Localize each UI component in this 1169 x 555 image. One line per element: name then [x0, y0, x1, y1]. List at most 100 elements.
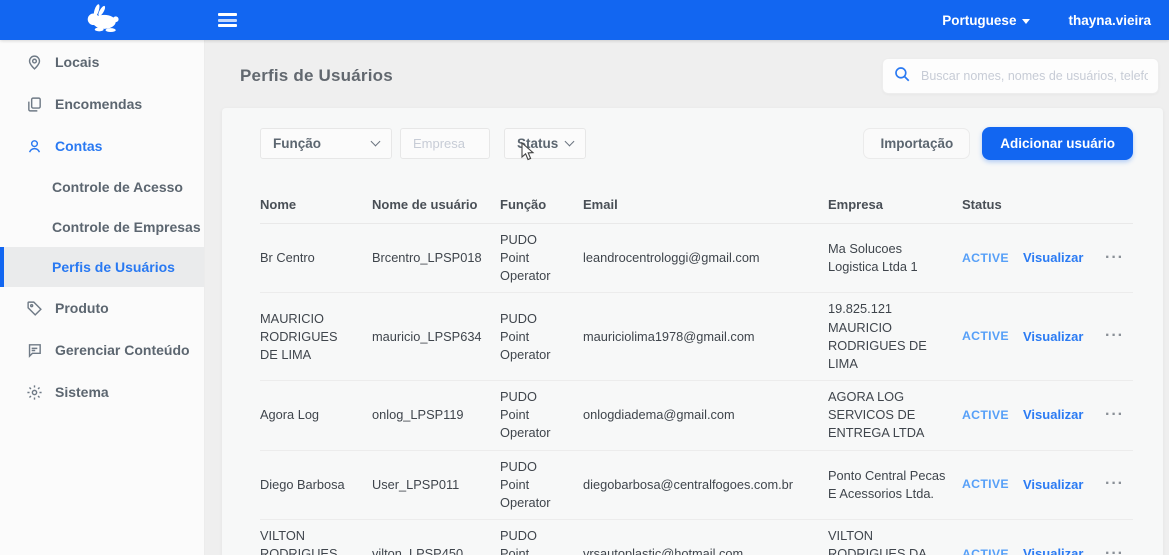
sidebar-item-contas[interactable]: Contas: [0, 125, 204, 167]
cell-nome: VILTON RODRIGUES DA SILVA: [260, 527, 372, 555]
sidebar-item-label: Sistema: [55, 384, 109, 400]
sidebar-item-label: Controle de Acesso: [52, 179, 183, 195]
rabbit-logo-icon: [82, 4, 124, 37]
row-actions-menu-icon[interactable]: [1105, 476, 1124, 491]
cell-usuario: User_LPSP011: [372, 476, 500, 494]
sidebar-item-perfis-de-usuarios[interactable]: Perfis de Usuários: [0, 247, 204, 287]
table-row: MAURICIO RODRIGUES DE LIMA mauricio_LPSP…: [260, 293, 1133, 381]
menu-toggle-icon[interactable]: [218, 11, 237, 30]
sidebar-item-encomendas[interactable]: Encomendas: [0, 83, 204, 125]
search-icon: [893, 65, 911, 88]
cell-funcao: PUDO Point Operator: [500, 388, 583, 442]
row-actions-menu-icon[interactable]: [1105, 546, 1124, 555]
sidebar-item-gerenciar-conteudo[interactable]: Gerenciar Conteúdo: [0, 329, 204, 371]
cell-usuario: vilton_LPSP450: [372, 545, 500, 555]
empresa-filter[interactable]: [400, 128, 490, 159]
caret-down-icon: [1022, 19, 1030, 24]
column-header-funcao: Função: [500, 197, 583, 212]
cell-nome: Agora Log: [260, 406, 372, 424]
row-actions-menu-icon[interactable]: [1105, 328, 1124, 343]
chat-icon: [25, 341, 43, 359]
table-row: Agora Log onlog_LPSP119 PUDO Point Opera…: [260, 381, 1133, 450]
cell-funcao: PUDO Point Operator: [500, 458, 583, 512]
chevron-down-icon: [565, 137, 575, 147]
visualizar-link[interactable]: Visualizar: [1023, 249, 1105, 267]
cell-empresa: Ponto Central Pecas E Acessorios Ltda.: [828, 467, 962, 503]
sidebar-item-sistema[interactable]: Sistema: [0, 371, 204, 413]
sidebar-item-label: Gerenciar Conteúdo: [55, 342, 190, 358]
username[interactable]: thayna.vieira: [1068, 13, 1151, 28]
status-dropdown-label: Status: [517, 136, 558, 151]
column-header-email: Email: [583, 197, 828, 212]
users-table: Nome Nome de usuário Função Email Empres…: [260, 197, 1133, 555]
topbar: Portuguese thayna.vieira: [0, 0, 1169, 40]
cell-email: diegobarbosa@centralfogoes.com.br: [583, 476, 828, 494]
table-row: Br Centro Brcentro_LPSP018 PUDO Point Op…: [260, 224, 1133, 293]
language-label: Portuguese: [942, 13, 1016, 28]
users-card: Função Status Importação Adicionar usuár…: [222, 108, 1163, 555]
empresa-input[interactable]: [413, 136, 477, 151]
cell-usuario: onlog_LPSP119: [372, 406, 500, 424]
cell-empresa: 19.825.121 MAURICIO RODRIGUES DE LIMA: [828, 300, 962, 373]
location-pin-icon: [25, 53, 43, 71]
cell-nome: MAURICIO RODRIGUES DE LIMA: [260, 310, 372, 364]
search-input[interactable]: [921, 69, 1148, 83]
sidebar-item-controle-de-acesso[interactable]: Controle de Acesso: [0, 167, 204, 207]
sidebar-item-label: Perfis de Usuários: [52, 259, 175, 275]
sidebar-item-label: Locais: [55, 54, 99, 70]
sidebar: Locais Encomendas Contas Controle de Ace…: [0, 40, 205, 555]
column-header-usuario: Nome de usuário: [372, 197, 500, 212]
import-button[interactable]: Importação: [863, 128, 970, 159]
cell-nome: Br Centro: [260, 249, 372, 267]
tag-icon: [25, 299, 43, 317]
status-badge[interactable]: ACTIVE: [962, 407, 1023, 424]
visualizar-link[interactable]: Visualizar: [1023, 476, 1105, 494]
language-dropdown[interactable]: Portuguese: [942, 13, 1030, 28]
cell-nome: Diego Barbosa: [260, 476, 372, 494]
visualizar-link[interactable]: Visualizar: [1023, 545, 1105, 555]
sidebar-item-label: Produto: [55, 300, 109, 316]
cell-usuario: mauricio_LPSP634: [372, 328, 500, 346]
status-badge[interactable]: ACTIVE: [962, 328, 1023, 345]
cell-email: leandrocentrologgi@gmail.com: [583, 249, 828, 267]
sidebar-item-locais[interactable]: Locais: [0, 41, 204, 83]
status-badge[interactable]: ACTIVE: [962, 546, 1023, 555]
filters-row: Função Status Importação Adicionar usuár…: [260, 127, 1133, 160]
search-box[interactable]: [882, 58, 1159, 94]
cell-empresa: AGORA LOG SERVICOS DE ENTREGA LTDA: [828, 388, 962, 442]
column-header-empresa: Empresa: [828, 197, 962, 212]
row-actions-menu-icon[interactable]: [1105, 407, 1124, 422]
page-title: Perfis de Usuários: [240, 66, 393, 86]
funcao-dropdown-label: Função: [273, 136, 321, 151]
cell-funcao: PUDO Point Operator: [500, 527, 583, 555]
visualizar-link[interactable]: Visualizar: [1023, 406, 1105, 424]
gear-icon: [25, 383, 43, 401]
table-row: Diego Barbosa User_LPSP011 PUDO Point Op…: [260, 451, 1133, 520]
logo-zone: [0, 4, 205, 37]
documents-icon: [25, 95, 43, 113]
table-row: VILTON RODRIGUES DA SILVA vilton_LPSP450…: [260, 520, 1133, 555]
funcao-dropdown[interactable]: Função: [260, 128, 392, 159]
cell-email: mauriciolima1978@gmail.com: [583, 328, 828, 346]
cell-email: onlogdiadema@gmail.com: [583, 406, 828, 424]
visualizar-link[interactable]: Visualizar: [1023, 328, 1105, 346]
person-icon: [25, 137, 43, 155]
row-actions-menu-icon[interactable]: [1105, 250, 1124, 265]
cell-funcao: PUDO Point Operator: [500, 310, 583, 364]
status-badge[interactable]: ACTIVE: [962, 250, 1023, 267]
table-header-row: Nome Nome de usuário Função Email Empres…: [260, 197, 1133, 224]
status-dropdown[interactable]: Status: [504, 128, 586, 159]
column-header-nome: Nome: [260, 197, 372, 212]
cell-empresa: VILTON RODRIGUES DA SILVA: [828, 527, 962, 555]
sidebar-item-produto[interactable]: Produto: [0, 287, 204, 329]
sidebar-item-controle-de-empresas[interactable]: Controle de Empresas: [0, 207, 204, 247]
cell-funcao: PUDO Point Operator: [500, 231, 583, 285]
status-badge[interactable]: ACTIVE: [962, 476, 1023, 493]
add-user-button[interactable]: Adicionar usuário: [982, 127, 1133, 160]
cell-email: vrsautoplastic@hotmail.com: [583, 545, 828, 555]
chevron-down-icon: [371, 137, 381, 147]
column-header-status: Status: [962, 197, 1023, 212]
sidebar-item-label: Contas: [55, 138, 102, 154]
sidebar-item-label: Encomendas: [55, 96, 142, 112]
sidebar-item-label: Controle de Empresas: [52, 219, 201, 235]
